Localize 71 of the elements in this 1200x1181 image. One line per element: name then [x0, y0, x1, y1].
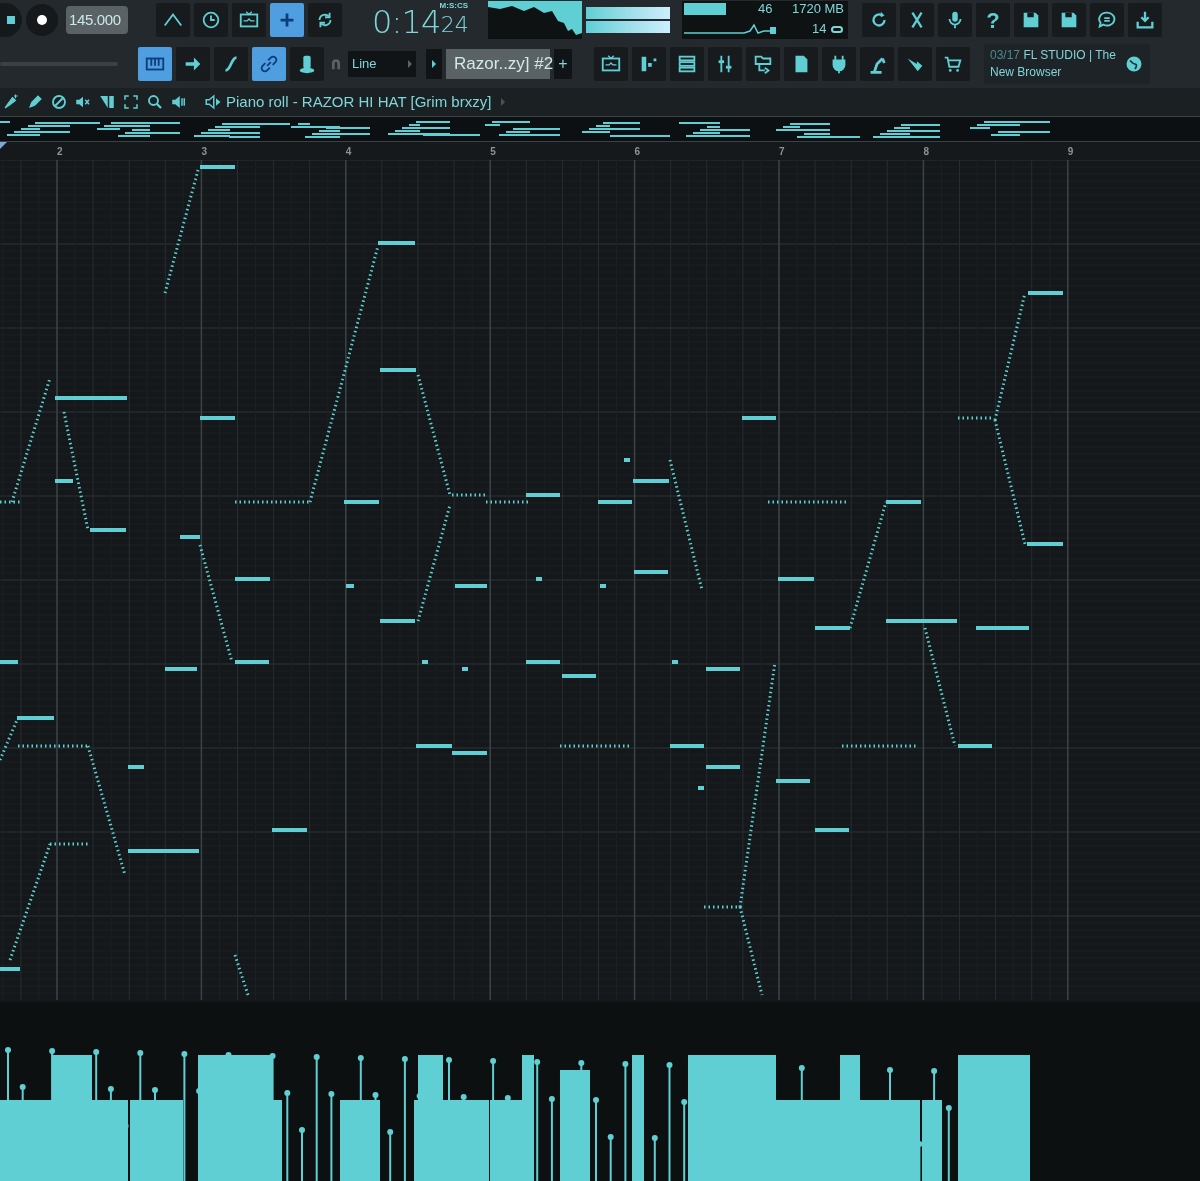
tempo-field[interactable]: 145.000 [66, 6, 128, 34]
record-icon [37, 15, 47, 25]
record-button[interactable] [26, 4, 58, 36]
lips-icon [831, 26, 843, 33]
bar-number: 9 [1067, 145, 1074, 159]
bar-number: 6 [634, 145, 641, 159]
snap-dropdown[interactable]: Line [348, 51, 416, 77]
keyboard-button[interactable] [138, 47, 172, 81]
loop-button[interactable] [308, 3, 342, 37]
folder-icon [752, 53, 774, 75]
hint-title: FL STUDIO | The [1023, 48, 1116, 62]
steps-button[interactable] [632, 47, 666, 81]
screen-button[interactable] [594, 47, 628, 81]
speakerplay-icon [204, 93, 222, 111]
cpu-value: 46 [758, 1, 773, 17]
add-pattern-button[interactable]: + [554, 49, 572, 79]
cart-button[interactable] [936, 47, 970, 81]
save-button[interactable] [1014, 3, 1048, 37]
sliders-button[interactable] [708, 47, 742, 81]
select-icon [122, 93, 140, 111]
clock-icon [200, 9, 222, 31]
hint-subtitle: New Browser [990, 64, 1063, 81]
hint-counter: 03/17 [990, 48, 1021, 62]
curve-button[interactable] [214, 47, 248, 81]
stop-button[interactable] [0, 3, 22, 37]
brush-icon [2, 93, 20, 111]
caret-icon [408, 60, 412, 68]
clock-button[interactable] [194, 3, 228, 37]
chat-icon [1096, 9, 1118, 31]
folder-button[interactable] [746, 47, 780, 81]
stop-icon [7, 16, 15, 24]
pencil-icon [26, 93, 44, 111]
memory-value: 1720 MB [791, 1, 844, 17]
chat-button[interactable] [1090, 3, 1124, 37]
song-time: 0:14 [372, 4, 441, 40]
bar-number: 2 [57, 145, 63, 159]
zoom-icon [146, 93, 164, 111]
bar-number: 3 [201, 145, 207, 159]
bar-number: 8 [923, 145, 929, 159]
bar-number: 5 [490, 145, 496, 159]
link-button[interactable] [252, 47, 286, 81]
link-icon [258, 53, 280, 75]
help-button[interactable]: ? [976, 3, 1010, 37]
piano-roll-title: Piano roll - RAZOR HI HAT [Grim brxzy] [226, 91, 492, 112]
playhead-marker [0, 142, 7, 149]
song-time-centiseconds: 24 [440, 11, 469, 39]
caret-icon [432, 60, 436, 68]
polyphony-value: 14 [812, 21, 827, 37]
time-unit-label: M:S:CS [439, 0, 468, 12]
cpu-meter [684, 3, 726, 15]
screen-button[interactable] [232, 3, 266, 37]
download-icon [1134, 9, 1156, 31]
bar-number: 7 [779, 145, 785, 159]
list-icon [676, 53, 698, 75]
download-button[interactable] [1128, 3, 1162, 37]
microphone-button[interactable] [938, 3, 972, 37]
speaker-icon [170, 93, 188, 111]
list-button[interactable] [670, 47, 704, 81]
refresh-button[interactable] [862, 3, 896, 37]
bar-number: 4 [345, 145, 352, 159]
previous-pattern-button[interactable] [426, 49, 442, 79]
document-button[interactable] [784, 47, 818, 81]
arrow-button[interactable] [176, 47, 210, 81]
globe-icon [1124, 54, 1144, 74]
plug-button[interactable] [822, 47, 856, 81]
slice-icon [98, 93, 116, 111]
plus-button[interactable] [270, 3, 304, 37]
caret-icon [501, 98, 506, 106]
knob-button[interactable] [290, 47, 324, 81]
save-button[interactable] [1052, 3, 1086, 37]
blocked-icon [50, 93, 68, 111]
